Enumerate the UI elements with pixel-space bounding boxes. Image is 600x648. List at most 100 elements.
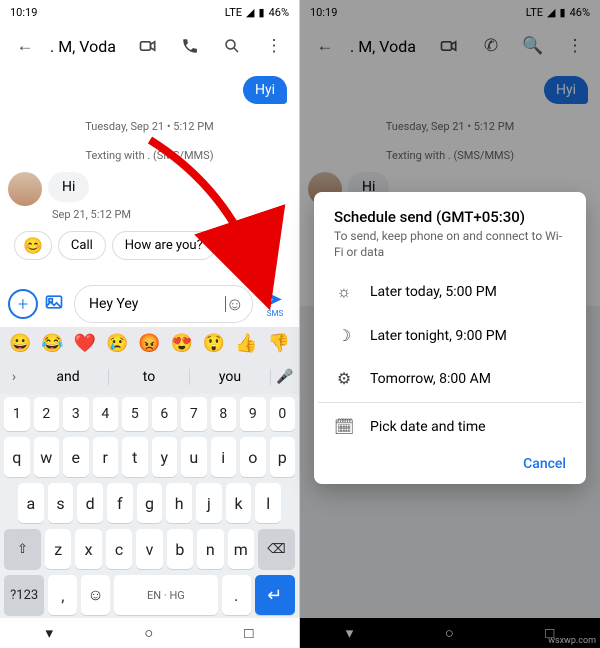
app-bar: ← . M, Voda ⋮: [0, 24, 299, 68]
conversation-title[interactable]: . M, Voda: [50, 37, 123, 56]
key[interactable]: z: [45, 529, 71, 569]
contact-avatar[interactable]: [8, 172, 42, 206]
emoji-key[interactable]: 😲: [203, 333, 225, 354]
call-icon[interactable]: [173, 29, 207, 63]
video-call-icon[interactable]: [131, 29, 165, 63]
nav-recent-icon[interactable]: □: [244, 624, 253, 642]
nav-home-icon[interactable]: ○: [144, 624, 153, 642]
send-label: SMS: [267, 309, 283, 318]
space-key[interactable]: EN · HG: [114, 575, 218, 615]
message-incoming[interactable]: Hi: [48, 172, 89, 202]
emoji-key[interactable]: 👍: [235, 333, 257, 354]
emoji-key[interactable]: 😀: [9, 333, 31, 354]
key[interactable]: s: [48, 483, 74, 523]
emoji-key[interactable]: ❤️: [74, 333, 96, 354]
emoji-key[interactable]: 😍: [171, 333, 193, 354]
emoji-key[interactable]: 😢: [106, 333, 128, 354]
shift-key[interactable]: ⇧: [4, 529, 41, 569]
message-input[interactable]: Hey Yey ☺: [74, 285, 253, 323]
cancel-button[interactable]: Cancel: [318, 448, 582, 478]
schedule-option-later-tonight[interactable]: ☽ Later tonight, 9:00 PM: [318, 314, 582, 357]
key[interactable]: d: [77, 483, 103, 523]
schedule-option-tomorrow[interactable]: ⚙ Tomorrow, 8:00 AM: [318, 357, 582, 400]
emoji-bar: 😀 😂 ❤️ 😢 😡 😍 😲 👍 👎: [0, 327, 299, 360]
status-batt: 46%: [269, 6, 289, 19]
nav-keyboard-icon[interactable]: ▾: [46, 624, 54, 642]
key[interactable]: 7: [181, 397, 207, 431]
status-time: 10:19: [10, 6, 37, 19]
key[interactable]: m: [228, 529, 254, 569]
key[interactable]: n: [197, 529, 223, 569]
chat-area: Hyi Tuesday, Sep 21 • 5:12 PM Texting wi…: [0, 68, 299, 279]
key[interactable]: p: [270, 437, 296, 477]
key[interactable]: e: [63, 437, 89, 477]
suggestion-chip[interactable]: ool: [222, 231, 266, 260]
battery-icon: ▮: [259, 6, 265, 19]
key[interactable]: u: [181, 437, 207, 477]
schedule-option-pick[interactable]: 🗓 Pick date and time: [318, 405, 582, 448]
emoji-icon[interactable]: ☺: [226, 294, 244, 315]
suggestion-chip[interactable]: Call: [58, 231, 106, 260]
emoji-key[interactable]: ☺: [81, 575, 110, 615]
phone-right: 10:19 LTE ◢ ▮ 46% ← . M, Voda ✆ 🔍 ⋮ Hyi …: [300, 0, 600, 648]
add-attachment-icon[interactable]: +: [8, 289, 38, 319]
symbols-key[interactable]: ?123: [4, 575, 44, 615]
sun-icon: ☼: [334, 282, 354, 302]
key[interactable]: g: [137, 483, 163, 523]
word-suggestion[interactable]: and: [28, 369, 109, 385]
key[interactable]: 8: [211, 397, 237, 431]
word-suggestion[interactable]: to: [109, 369, 190, 385]
suggestion-emoji[interactable]: 😊: [14, 231, 52, 260]
key[interactable]: h: [166, 483, 192, 523]
signal-icon: ◢: [246, 6, 254, 19]
backspace-key[interactable]: ⌫: [258, 529, 295, 569]
key[interactable]: 1: [4, 397, 30, 431]
key[interactable]: f: [107, 483, 133, 523]
back-icon[interactable]: ←: [8, 29, 42, 63]
more-icon[interactable]: ⋮: [257, 29, 291, 63]
comma-key[interactable]: ,: [48, 575, 77, 615]
period-key[interactable]: .: [222, 575, 251, 615]
key[interactable]: w: [34, 437, 60, 477]
message-outgoing[interactable]: Hyi: [243, 76, 287, 104]
key[interactable]: 2: [34, 397, 60, 431]
schedule-send-dialog: Schedule send (GMT+05:30) To send, keep …: [314, 192, 586, 484]
emoji-key[interactable]: 👎: [268, 333, 290, 354]
expand-icon[interactable]: ›: [0, 369, 28, 385]
key[interactable]: b: [167, 529, 193, 569]
key[interactable]: i: [211, 437, 237, 477]
key[interactable]: r: [93, 437, 119, 477]
key[interactable]: 0: [270, 397, 296, 431]
key[interactable]: t: [122, 437, 148, 477]
gallery-icon[interactable]: [44, 292, 68, 316]
key[interactable]: a: [18, 483, 44, 523]
key[interactable]: k: [226, 483, 252, 523]
enter-key[interactable]: ↵: [255, 575, 295, 615]
suggestion-chip[interactable]: How are you?: [112, 231, 216, 260]
key[interactable]: q: [4, 437, 30, 477]
schedule-option-later-today[interactable]: ☼ Later today, 5:00 PM: [318, 270, 582, 314]
status-net: LTE: [225, 6, 242, 19]
key[interactable]: v: [136, 529, 162, 569]
key[interactable]: 3: [63, 397, 89, 431]
key[interactable]: y: [152, 437, 178, 477]
word-suggestion[interactable]: you: [190, 369, 271, 385]
key[interactable]: 4: [93, 397, 119, 431]
key[interactable]: 5: [122, 397, 148, 431]
key[interactable]: x: [75, 529, 101, 569]
option-label: Later tonight, 9:00 PM: [370, 328, 507, 344]
send-button[interactable]: ➤ SMS: [259, 291, 291, 318]
search-icon[interactable]: [215, 29, 249, 63]
emoji-key[interactable]: 😂: [41, 333, 63, 354]
clock-icon: ⚙: [334, 369, 354, 388]
timestamp-header: Tuesday, Sep 21 • 5:12 PM: [8, 120, 291, 133]
mic-icon[interactable]: 🎤: [271, 369, 299, 385]
emoji-key[interactable]: 😡: [138, 333, 160, 354]
key[interactable]: 9: [240, 397, 266, 431]
dialog-subtitle: To send, keep phone on and connect to Wi…: [318, 228, 582, 270]
key[interactable]: l: [255, 483, 281, 523]
key[interactable]: c: [106, 529, 132, 569]
key[interactable]: 6: [152, 397, 178, 431]
key[interactable]: o: [240, 437, 266, 477]
key[interactable]: j: [196, 483, 222, 523]
